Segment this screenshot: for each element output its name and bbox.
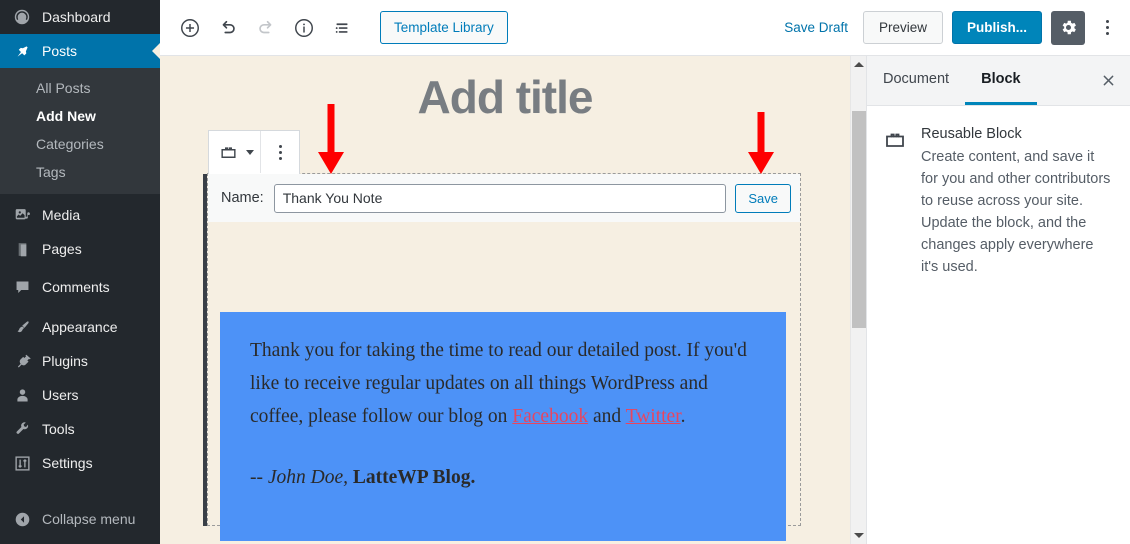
facebook-link[interactable]: Facebook — [512, 406, 588, 427]
reusable-save-button[interactable]: Save — [735, 183, 791, 213]
sidebar-item-collapse-menu[interactable]: Collapse menu — [0, 502, 160, 536]
media-icon — [11, 205, 33, 225]
sidebar-item-label: Appearance — [42, 319, 118, 335]
publish-button[interactable]: Publish... — [951, 11, 1042, 44]
reusable-block-icon — [883, 126, 909, 278]
header-right-actions: Save Draft Preview Publish... — [778, 10, 1130, 45]
block-more-options-group[interactable] — [260, 131, 299, 173]
preview-button[interactable]: Preview — [862, 11, 943, 44]
sidebar-item-dashboard[interactable]: Dashboard — [0, 0, 160, 34]
info-icon[interactable] — [286, 10, 322, 46]
users-person-icon — [11, 385, 33, 405]
undo-icon[interactable] — [210, 10, 246, 46]
tab-document[interactable]: Document — [867, 56, 965, 105]
chevron-down-icon[interactable] — [246, 149, 254, 155]
header-left-tools: Template Library — [160, 10, 508, 46]
current-menu-pointer — [152, 43, 160, 59]
paragraph-block[interactable]: Thank you for taking the time to read ou… — [220, 312, 786, 541]
save-draft-button[interactable]: Save Draft — [778, 16, 854, 39]
scroll-down-triangle — [854, 533, 864, 538]
sidebar-item-settings[interactable]: Settings — [0, 446, 160, 480]
block-info-title: Reusable Block — [921, 126, 1022, 142]
dashboard-icon — [11, 7, 33, 27]
name-label: Name: — [221, 190, 264, 206]
sidebar-item-comments[interactable]: Comments — [0, 270, 160, 304]
paragraph-conjunction: and — [588, 406, 626, 427]
settings-panel-tabs: Document Block — [867, 56, 1130, 106]
settings-sliders-icon — [11, 453, 33, 473]
post-title-placeholder[interactable]: Add title — [160, 70, 850, 124]
sidebar-item-plugins[interactable]: Plugins — [0, 344, 160, 378]
scroll-down-arrow-icon[interactable] — [851, 527, 867, 544]
sidebar-top-group: Dashboard — [0, 0, 160, 34]
editor-canvas: Add title Name: Thank You Note Save Than… — [160, 56, 850, 544]
sidebar-item-appearance[interactable]: Appearance — [0, 310, 160, 344]
tools-wrench-icon — [11, 419, 33, 439]
signature-author: John Doe, — [267, 467, 349, 488]
block-navigation-icon[interactable] — [324, 10, 360, 46]
sidebar-item-media[interactable]: Media — [0, 198, 160, 232]
reusable-block-container[interactable]: Name: Save Thank you for taking the time… — [203, 130, 801, 541]
gear-icon[interactable] — [1051, 10, 1085, 45]
reusable-block-icon[interactable] — [215, 135, 241, 169]
ellipsis-dots — [278, 144, 282, 160]
sidebar-item-label: Dashboard — [42, 9, 111, 25]
close-icon[interactable] — [1086, 56, 1130, 105]
vertical-ellipsis-icon[interactable] — [1094, 11, 1120, 45]
paragraph-trailing-text: . — [680, 406, 686, 427]
twitter-link[interactable]: Twitter — [626, 406, 681, 427]
settings-sidebar: Document Block Reusable Block Create con… — [866, 56, 1130, 544]
sidebar-item-users[interactable]: Users — [0, 378, 160, 412]
template-library-button[interactable]: Template Library — [380, 11, 508, 44]
wordpress-block-editor-screen: Dashboard Posts All Posts Add New Catego… — [0, 0, 1130, 544]
paragraph-signature[interactable]: -- John Doe, LatteWP Blog. — [250, 461, 758, 494]
reusable-block-name-bar: Name: Save — [208, 174, 800, 222]
posts-submenu: All Posts Add New Categories Tags — [0, 68, 160, 194]
sidebar-item-label: Users — [42, 387, 79, 403]
canvas-scrollbar[interactable] — [850, 56, 866, 544]
block-type-switcher-group[interactable] — [209, 131, 260, 173]
block-info-description: Create content, and save it for you and … — [921, 149, 1111, 275]
sidebar-item-label: Comments — [42, 279, 110, 295]
admin-sidebar: Dashboard Posts All Posts Add New Catego… — [0, 0, 160, 544]
appearance-brush-icon — [11, 317, 33, 337]
block-info-section: Reusable Block Create content, and save … — [867, 106, 1130, 278]
sidebar-item-label: Pages — [42, 241, 82, 257]
editor-header-toolbar: Template Library Save Draft Preview Publ… — [160, 0, 1130, 56]
sidebar-item-posts[interactable]: Posts — [0, 34, 160, 68]
redo-icon[interactable] — [248, 10, 284, 46]
submenu-item-categories[interactable]: Categories — [0, 130, 160, 158]
sidebar-item-label: Collapse menu — [42, 511, 136, 527]
collapse-arrow-icon — [11, 509, 33, 529]
scroll-up-triangle — [854, 62, 864, 67]
scroll-up-arrow-icon[interactable] — [851, 56, 867, 73]
sidebar-item-label: Plugins — [42, 353, 88, 369]
block-info-text: Reusable Block Create content, and save … — [921, 126, 1112, 278]
signature-blog-name: LatteWP Blog. — [348, 467, 476, 488]
block-toolbar — [208, 130, 300, 174]
add-block-icon[interactable] — [172, 10, 208, 46]
submenu-item-all-posts[interactable]: All Posts — [0, 74, 160, 102]
sidebar-item-pages[interactable]: Pages — [0, 232, 160, 266]
sidebar-item-tools[interactable]: Tools — [0, 412, 160, 446]
comments-icon — [11, 277, 33, 297]
sidebar-item-label: Media — [42, 207, 81, 223]
pages-icon — [11, 239, 33, 259]
plugins-plug-icon — [11, 351, 33, 371]
vertical-ellipsis-icon[interactable] — [267, 135, 293, 169]
reusable-name-input[interactable] — [273, 183, 727, 213]
sidebar-item-label: Settings — [42, 455, 93, 471]
sidebar-item-label: Tools — [42, 421, 75, 437]
sidebar-item-label: Posts — [42, 43, 78, 59]
scrollbar-thumb[interactable] — [852, 111, 866, 328]
submenu-item-add-new[interactable]: Add New — [0, 102, 160, 130]
tab-block[interactable]: Block — [965, 56, 1037, 105]
pin-icon — [11, 41, 33, 61]
paragraph-text[interactable]: Thank you for taking the time to read ou… — [250, 334, 758, 433]
submenu-item-tags[interactable]: Tags — [0, 158, 160, 186]
ellipsis-dots — [1105, 20, 1109, 35]
signature-dashes: -- — [250, 467, 268, 488]
